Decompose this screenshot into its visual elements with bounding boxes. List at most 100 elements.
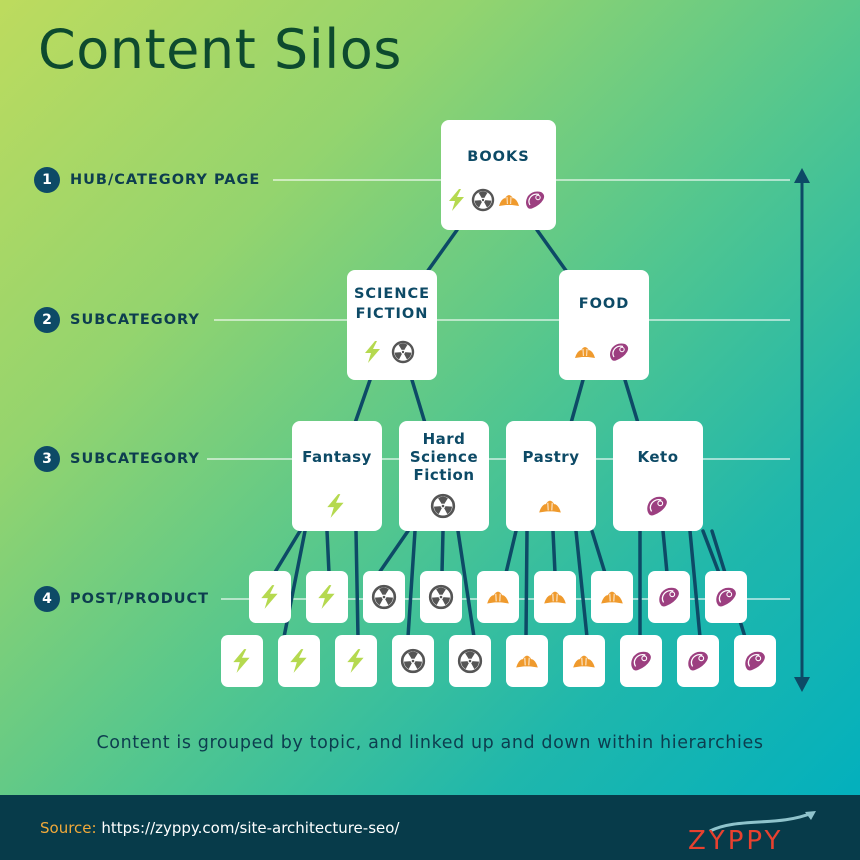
radiation-icon (471, 188, 495, 212)
post-tile (335, 635, 377, 687)
steak-icon (716, 587, 736, 607)
topic-box-pastry: Pastry (506, 421, 596, 531)
steak-icon (659, 587, 679, 607)
post-tile (591, 571, 633, 623)
radiation-icon (400, 648, 426, 674)
hub-icons (445, 188, 547, 212)
steak-icon (688, 651, 708, 671)
link-fantasy-post (325, 529, 331, 575)
up-down-arrow-icon (794, 168, 810, 692)
caption: Content is grouped by topic, and linked … (96, 733, 764, 753)
topic-box-fantasy: Fantasy (292, 421, 382, 531)
source-label: Source: (40, 819, 97, 837)
steak-icon (647, 496, 667, 516)
link-fantasy-post (354, 529, 360, 639)
link-food-pastry (569, 378, 585, 425)
subcategory-label: SCIENCE FICTION (354, 284, 430, 324)
link-keto-post (688, 529, 702, 639)
label-line: Hard (422, 430, 466, 448)
link-pastry-post (504, 529, 518, 575)
link-hardsf-post (406, 529, 417, 639)
lightning-bolt-icon (290, 649, 307, 673)
croissant-icon (544, 591, 566, 604)
label-line: Fiction (413, 466, 475, 484)
hub-box-books: BOOKS (441, 120, 556, 230)
steak-icon (631, 651, 651, 671)
post-tile (392, 635, 434, 687)
post-tile (563, 635, 605, 687)
lightning-bolt-icon (318, 585, 335, 609)
post-tile (677, 635, 719, 687)
post-tile (705, 571, 747, 623)
source-line: Source: https://zyppy.com/site-architect… (40, 819, 399, 837)
link-pastry-post (551, 529, 557, 575)
croissant-icon (516, 655, 538, 668)
radiation-icon (428, 584, 454, 610)
post-tile (477, 571, 519, 623)
topic-box-hard-science-fiction: Hard Science Fiction (399, 421, 489, 531)
croissant-icon (499, 195, 519, 206)
post-tile (734, 635, 776, 687)
link-pastry-post (590, 529, 607, 575)
source-url-link[interactable]: https://zyppy.com/site-architecture-seo/ (101, 819, 399, 837)
post-tile (648, 571, 690, 623)
topic-label: Fantasy (302, 448, 372, 466)
post-tile (420, 571, 462, 623)
post-tile (620, 635, 662, 687)
link-hardsf-post (440, 529, 445, 575)
subcategory-box-science-fiction: SCIENCE FICTION (347, 270, 437, 380)
logo-text: ZYPPY (688, 826, 783, 853)
link-books-food (535, 228, 569, 274)
topic-icon (323, 493, 349, 519)
subcategory-box-food: FOOD (559, 270, 649, 380)
topic-label: Pastry (522, 448, 580, 466)
radiation-icon (391, 340, 415, 364)
label-line: SCIENCE (353, 286, 431, 302)
post-tile (306, 571, 348, 623)
post-tile (506, 635, 548, 687)
link-scifi-hardsf (410, 378, 427, 425)
label-line: FICTION (355, 306, 429, 322)
steak-icon (526, 191, 545, 209)
radiation-icon (457, 648, 483, 674)
link-pastry-post (524, 529, 529, 639)
radiation-icon (430, 493, 456, 519)
topic-icon (644, 493, 670, 519)
link-books-scifi (425, 228, 459, 274)
post-tile (249, 571, 291, 623)
croissant-icon (601, 591, 623, 604)
post-tile (278, 635, 320, 687)
topic-icon (537, 493, 563, 519)
subcategory-icons (573, 340, 631, 364)
zyppy-logo: ZYPPY (688, 811, 816, 853)
post-tile (534, 571, 576, 623)
lightning-bolt-icon (347, 649, 364, 673)
radiation-icon (371, 584, 397, 610)
croissant-icon (487, 591, 509, 604)
lightning-bolt-icon (327, 494, 344, 518)
subcategory-label: FOOD (579, 294, 630, 314)
label-line: Science (409, 448, 479, 466)
link-pastry-post (574, 529, 589, 639)
link-keto-post (661, 529, 669, 575)
lightning-bolt-icon (449, 189, 464, 211)
footer: Source: https://zyppy.com/site-architect… (0, 795, 860, 860)
lightning-bolt-icon (365, 341, 380, 363)
hub-label: BOOKS (467, 149, 530, 165)
topic-label: Keto (637, 448, 679, 466)
topic-label: Hard Science Fiction (410, 430, 478, 484)
link-scifi-fantasy (353, 378, 372, 425)
steak-icon (610, 343, 629, 361)
post-tile (221, 635, 263, 687)
topic-box-keto: Keto (613, 421, 703, 531)
steak-icon (745, 651, 765, 671)
post-tile (363, 571, 405, 623)
link-hardsf-post (377, 529, 410, 575)
croissant-icon (539, 500, 561, 513)
topic-icon (430, 493, 456, 519)
link-keto-post (701, 529, 721, 575)
croissant-icon (575, 347, 595, 358)
lightning-bolt-icon (233, 649, 250, 673)
post-tile (449, 635, 491, 687)
label-line: FOOD (578, 296, 630, 312)
